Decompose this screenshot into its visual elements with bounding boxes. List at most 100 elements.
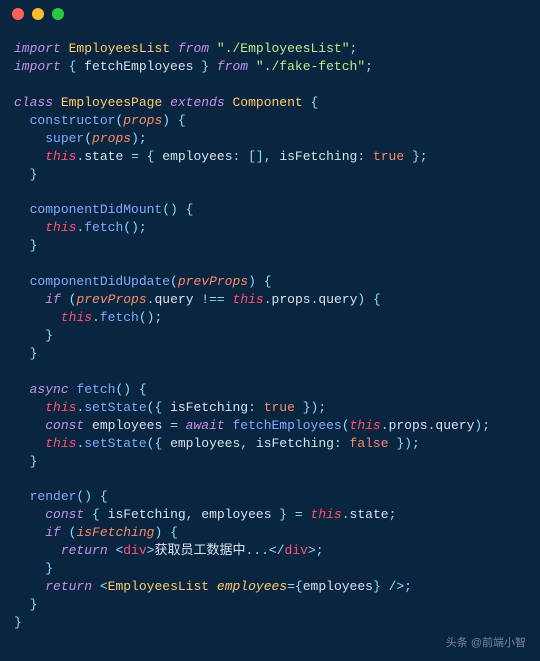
paren: (	[342, 418, 350, 433]
method: constructor	[30, 113, 116, 128]
angle: </	[269, 543, 285, 558]
brace: }	[30, 454, 38, 469]
fn-call: fetchEmployees	[233, 418, 342, 433]
identifier: employees	[303, 579, 373, 594]
param: props	[92, 131, 131, 146]
call: ();	[139, 310, 162, 325]
semi: ;	[389, 507, 397, 522]
key: employees	[170, 436, 240, 451]
jsx-component: EmployeesList	[108, 579, 209, 594]
minimize-icon[interactable]	[32, 8, 44, 20]
op: =	[123, 149, 146, 164]
this: this	[45, 436, 76, 451]
identifier: employees	[92, 418, 162, 433]
identifier: prevProps	[76, 292, 146, 307]
kw-const: const	[45, 507, 84, 522]
paren: ({	[147, 400, 170, 415]
watermark: 头条 @前端小智	[446, 636, 526, 651]
this: this	[45, 149, 76, 164]
prop: state	[84, 149, 123, 164]
key: isFetching	[279, 149, 357, 164]
kw-from: from	[217, 59, 248, 74]
close-icon[interactable]	[12, 8, 24, 20]
kw-import: import	[14, 41, 61, 56]
key: isFetching	[256, 436, 334, 451]
colon: :	[357, 149, 373, 164]
prop: props	[389, 418, 428, 433]
this: this	[61, 310, 92, 325]
super: super	[45, 131, 84, 146]
maximize-icon[interactable]	[52, 8, 64, 20]
brace: {	[69, 59, 85, 74]
key: isFetching	[170, 400, 248, 415]
paren: ()	[162, 202, 178, 217]
paren: });	[389, 436, 420, 451]
paren: );	[131, 131, 147, 146]
dot: .	[92, 310, 100, 325]
identifier: employees	[201, 507, 271, 522]
prop: props	[272, 292, 311, 307]
op: =	[287, 507, 310, 522]
brace: }	[193, 59, 209, 74]
comma: ,	[186, 507, 202, 522]
paren: )	[162, 113, 170, 128]
kw-async: async	[30, 382, 69, 397]
paren: )	[154, 525, 162, 540]
paren: ()	[76, 489, 92, 504]
brace: {	[186, 202, 194, 217]
colon: :	[248, 400, 264, 415]
brace: }	[30, 597, 38, 612]
dot: .	[342, 507, 350, 522]
paren: )	[248, 274, 256, 289]
brace: }	[45, 328, 53, 343]
method: componentDidUpdate	[30, 274, 170, 289]
paren: });	[295, 400, 326, 415]
method: fetch	[100, 310, 139, 325]
dots: ...	[245, 543, 268, 558]
key: employees	[162, 149, 232, 164]
jsx-tag: div	[285, 543, 308, 558]
method: setState	[84, 400, 146, 415]
bool: true	[373, 149, 404, 164]
paren: ()	[115, 382, 131, 397]
brace: {	[373, 292, 381, 307]
string: "./fake-fetch"	[256, 59, 365, 74]
paren: )	[357, 292, 365, 307]
identifier: isFetching	[76, 525, 154, 540]
brace: {	[311, 95, 319, 110]
brace: }	[30, 167, 38, 182]
code-block: import EmployeesList from "./EmployeesLi…	[0, 28, 540, 640]
brace: }	[30, 238, 38, 253]
identifier: fetchEmployees	[84, 59, 193, 74]
method: fetch	[76, 382, 115, 397]
op: !==	[194, 292, 233, 307]
kw-class: class	[14, 95, 53, 110]
brace: {	[92, 507, 108, 522]
this: this	[45, 220, 76, 235]
kw-return: return	[45, 579, 92, 594]
this: this	[233, 292, 264, 307]
method: render	[30, 489, 77, 504]
code-window: import EmployeesList from "./EmployeesLi…	[0, 0, 540, 661]
paren: (	[84, 131, 92, 146]
param: props	[123, 113, 162, 128]
kw-const: const	[45, 418, 84, 433]
close: />;	[381, 579, 412, 594]
kw-return: return	[61, 543, 108, 558]
punc: ;	[365, 59, 373, 74]
paren: ({	[147, 436, 170, 451]
prop: state	[350, 507, 389, 522]
call: ();	[123, 220, 146, 235]
classname: Component	[232, 95, 302, 110]
kw-extends: extends	[170, 95, 225, 110]
bool: false	[350, 436, 389, 451]
brace: {	[264, 274, 272, 289]
angle: <	[100, 579, 108, 594]
brace: {	[295, 579, 303, 594]
this: this	[311, 507, 342, 522]
dot: .	[381, 418, 389, 433]
jsx-attr: employees	[217, 579, 287, 594]
titlebar	[0, 0, 540, 28]
array: []	[248, 149, 264, 164]
jsx-tag: div	[123, 543, 146, 558]
